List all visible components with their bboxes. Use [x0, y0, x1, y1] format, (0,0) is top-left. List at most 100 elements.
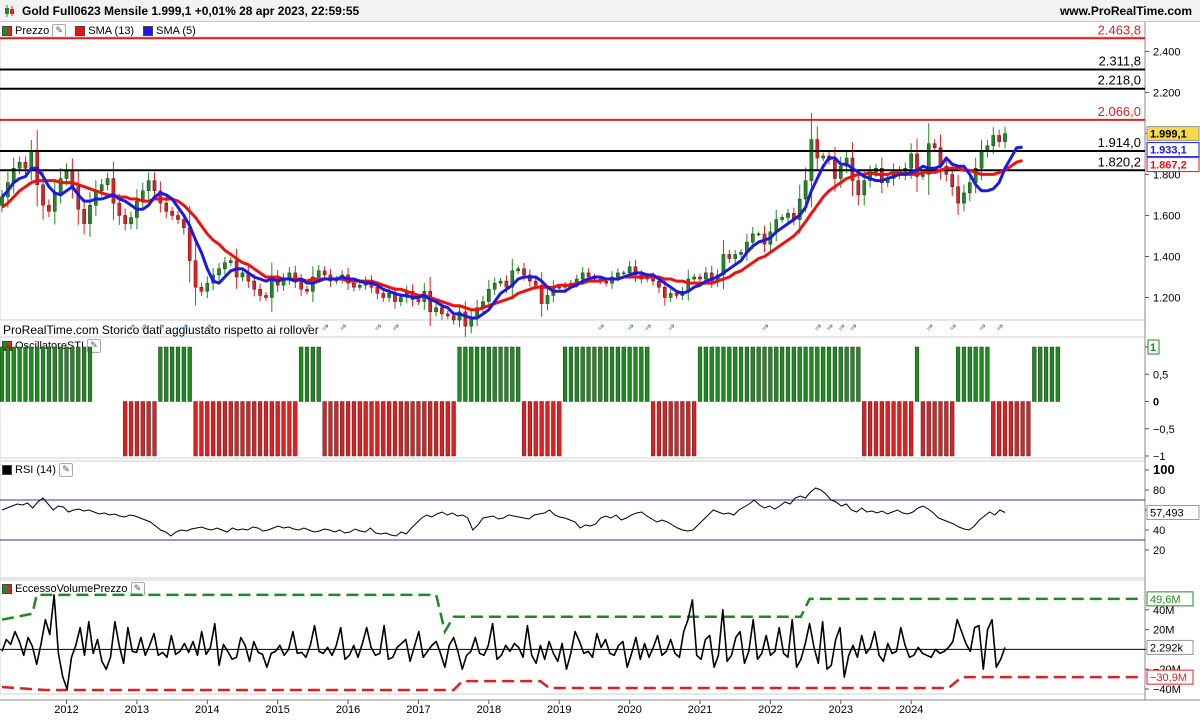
candle-body [82, 209, 86, 224]
sti-bar [381, 401, 386, 457]
candle-body [35, 151, 39, 185]
x-tick-label: 2012 [54, 704, 78, 716]
candle-body [94, 190, 98, 206]
candle-body [815, 139, 820, 159]
vol-tick-label: 20M [1153, 625, 1174, 637]
sti-bar [568, 346, 574, 402]
sti-bar [340, 401, 345, 457]
rsi-legend[interactable]: RSI (14) ✎ [2, 463, 73, 477]
candle-body [709, 272, 714, 282]
candle-body [745, 241, 749, 253]
sti-bar [950, 401, 955, 457]
candle-body [575, 278, 579, 284]
sti-bar [416, 401, 421, 457]
vol-last-box [1146, 639, 1194, 655]
candle-body [475, 307, 479, 319]
candle-body [428, 291, 432, 313]
sti-bar [146, 401, 151, 457]
legend-sma13[interactable]: SMA (13) [75, 25, 134, 37]
candle-body [322, 270, 327, 276]
sti-bar [463, 346, 468, 402]
level-label: 1.914,0 [1098, 135, 1141, 150]
rollover-marker-icon: ⇗ [627, 322, 635, 332]
sti-bar [1014, 401, 1019, 457]
sti-bar [533, 401, 538, 457]
rollover-marker-icon: ⇗ [926, 322, 934, 332]
candle-body [774, 219, 779, 233]
candle-body [786, 213, 790, 218]
sti-bar [263, 401, 269, 457]
vol-line [1, 594, 1006, 690]
candle-body [346, 274, 350, 284]
sti-bar [469, 346, 474, 402]
candle-body [850, 157, 855, 181]
sti-legend[interactable]: OscillatoreSTI ✎ [2, 339, 102, 353]
wrench-icon[interactable]: ✎ [130, 582, 145, 596]
sti-bar [17, 346, 22, 402]
rollover-marker-icon: ⇗ [392, 322, 400, 332]
candle-body [246, 272, 251, 282]
pane-border [0, 460, 1146, 579]
sti-bar [0, 346, 5, 402]
sti-bar [375, 401, 380, 457]
wrench-icon[interactable]: ✎ [87, 339, 102, 353]
sti-bar [604, 346, 609, 402]
rollover-marker-icon: ⇗ [838, 322, 846, 332]
candle-body [487, 289, 491, 302]
candle-body [569, 282, 573, 286]
wrench-icon[interactable]: ✎ [52, 24, 67, 38]
sti-bar [510, 346, 515, 402]
candle-body [668, 293, 673, 298]
sti-bar [82, 346, 87, 402]
candle-body [610, 276, 614, 284]
rollover-marker-icon: ⇗ [322, 322, 330, 332]
sti-bar [680, 401, 685, 457]
candle-body [856, 180, 861, 196]
sti-bar [52, 346, 57, 402]
candle-body [616, 272, 620, 278]
wrench-icon[interactable]: ✎ [58, 463, 73, 477]
site-url[interactable]: www.ProRealTime.com [1060, 4, 1192, 18]
sti-bar [475, 346, 480, 402]
price-tick-label: 1.400 [1153, 251, 1181, 263]
legend-sma5[interactable]: SMA (5) [143, 25, 196, 37]
candle-body [979, 151, 984, 169]
candle-body [451, 315, 456, 321]
sti-bar [357, 401, 362, 457]
sti-bar [498, 346, 503, 402]
sti-bar [246, 401, 251, 457]
candle-body [780, 217, 784, 220]
sti-bar [803, 346, 808, 402]
sti-last-value: 1 [1150, 342, 1156, 354]
vol-legend[interactable]: EccessoVolumePrezzo ✎ [2, 582, 145, 596]
candle-body [434, 307, 438, 313]
sti-bar [422, 401, 427, 457]
sti-bar [727, 346, 732, 402]
sti-bar [193, 401, 198, 457]
candle-body [223, 262, 227, 269]
sti-bar [152, 401, 157, 457]
sti-bar [428, 401, 433, 457]
sti-tick-label: −1 [1153, 451, 1166, 463]
level-label: 2.066,0 [1098, 104, 1141, 119]
sma5-badge: 1.933,1 [1150, 145, 1187, 157]
sti-bar [744, 346, 750, 402]
x-tick-label: 2021 [688, 704, 712, 716]
sti-bar [29, 346, 34, 402]
sti-bar [856, 346, 861, 402]
sti-bar [944, 401, 949, 457]
legend-price[interactable]: Prezzo ✎ [2, 24, 67, 38]
chart-canvas[interactable]: 2.400 2.200 2.000 1.800 1.600 1.400 1.200 2.463… [0, 0, 1200, 720]
sti-bar [140, 401, 145, 457]
candle-body [240, 272, 245, 278]
candle-body [903, 168, 908, 175]
sti-bar [692, 401, 697, 457]
vol-upper-label: 49,6M [1150, 594, 1181, 606]
rsi-tick-label: 20 [1153, 545, 1165, 557]
sti-bar [867, 401, 873, 457]
rsi-tick-label: 100 [1153, 462, 1175, 477]
candle-body [105, 178, 110, 185]
sti-bar [997, 401, 1002, 457]
candle-body [897, 170, 902, 175]
candle-body [457, 311, 462, 321]
